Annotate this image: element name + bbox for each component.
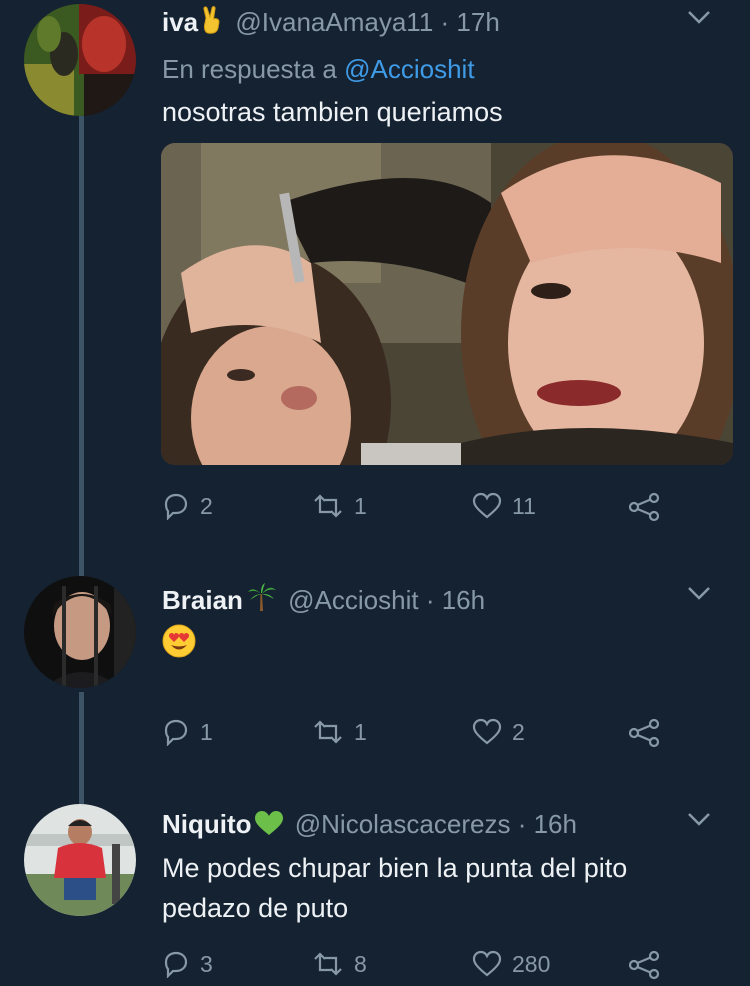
display-name[interactable]: iva [162,7,198,37]
user-handle[interactable]: @Nicolascacerezs [295,809,511,839]
like-count: 2 [512,718,525,745]
timestamp[interactable]: · 16h [426,585,485,615]
reply-icon [164,493,188,520]
tweet-header: Niquito @Nicolascacerezs · 16h [162,808,577,843]
display-name[interactable]: Niquito [162,809,252,839]
reply-button[interactable]: 3 [162,950,213,978]
reply-count: 1 [200,718,213,745]
tweet-actions: 3 8 280 [162,950,682,986]
tweet-actions: 2 1 11 [162,492,682,528]
display-name[interactable]: Braian [162,585,243,615]
retweet-button[interactable]: 8 [312,950,367,978]
reply-prefix: En respuesta a [162,54,337,84]
tweet-photo[interactable] [161,143,733,465]
like-button[interactable]: 11 [472,492,536,520]
retweet-count: 1 [354,718,367,745]
reply-icon [164,719,188,746]
avatar[interactable] [24,4,136,116]
retweet-button[interactable]: 1 [312,718,367,746]
avatar[interactable] [24,576,136,688]
retweet-button[interactable]: 1 [312,492,367,520]
like-button[interactable]: 280 [472,950,550,978]
share-icon [628,492,660,522]
tweet-niquito[interactable]: Niquito @Nicolascacerezs · 16h Me podes … [0,804,750,986]
tweet-text-line: Me podes chupar bien la punta del pito [162,853,628,883]
retweet-count: 1 [354,492,367,519]
heart-icon [472,492,502,519]
reply-context: En respuesta a @Accioshit [162,52,475,86]
tweet-ivana[interactable]: iva @IvanaAmaya11 · 17h En respuesta a @… [0,0,750,560]
retweet-icon [314,720,342,744]
heart-icon [472,950,502,977]
avatar[interactable] [24,804,136,916]
like-count: 11 [512,492,536,519]
reply-icon [164,951,188,978]
reply-count: 2 [200,492,213,519]
user-handle[interactable]: @Accioshit [288,585,418,615]
tweet-text: Me podes chupar bien la punta del pito p… [162,848,627,928]
retweet-icon [314,494,342,518]
tweet-actions: 1 1 2 [162,718,682,754]
tweet-header: Braian @Accioshit · 16h [162,582,485,619]
chevron-down-icon[interactable] [686,8,712,26]
share-button[interactable] [627,718,661,748]
reply-button[interactable]: 2 [162,492,213,520]
tweet-text-line: pedazo de puto [162,893,349,923]
tweet-braian[interactable]: Braian @Accioshit · 16h 1 1 2 [0,576,750,786]
reply-mention-link[interactable]: @Accioshit [344,54,474,84]
timestamp[interactable]: · 17h [441,7,500,37]
retweet-icon [314,952,342,976]
tweet-text: nosotras tambien queriamos [162,97,503,127]
reply-count: 3 [200,950,213,977]
palm-tree-icon [247,582,277,619]
retweet-count: 8 [354,950,367,977]
like-button[interactable]: 2 [472,718,525,746]
share-icon [628,950,660,980]
chevron-down-icon[interactable] [686,810,712,828]
timestamp[interactable]: · 16h [518,809,577,839]
green-heart-icon [254,810,284,843]
tweet-header: iva @IvanaAmaya11 · 17h [162,6,500,41]
like-count: 280 [512,950,551,977]
share-icon [628,718,660,748]
chevron-down-icon[interactable] [686,584,712,602]
reply-button[interactable]: 1 [162,718,213,746]
heart-eyes-emoji [162,624,196,663]
victory-hand-icon [202,6,224,41]
user-handle[interactable]: @IvanaAmaya11 [235,7,433,37]
share-button[interactable] [627,492,661,522]
share-button[interactable] [627,950,661,980]
heart-icon [472,718,502,745]
